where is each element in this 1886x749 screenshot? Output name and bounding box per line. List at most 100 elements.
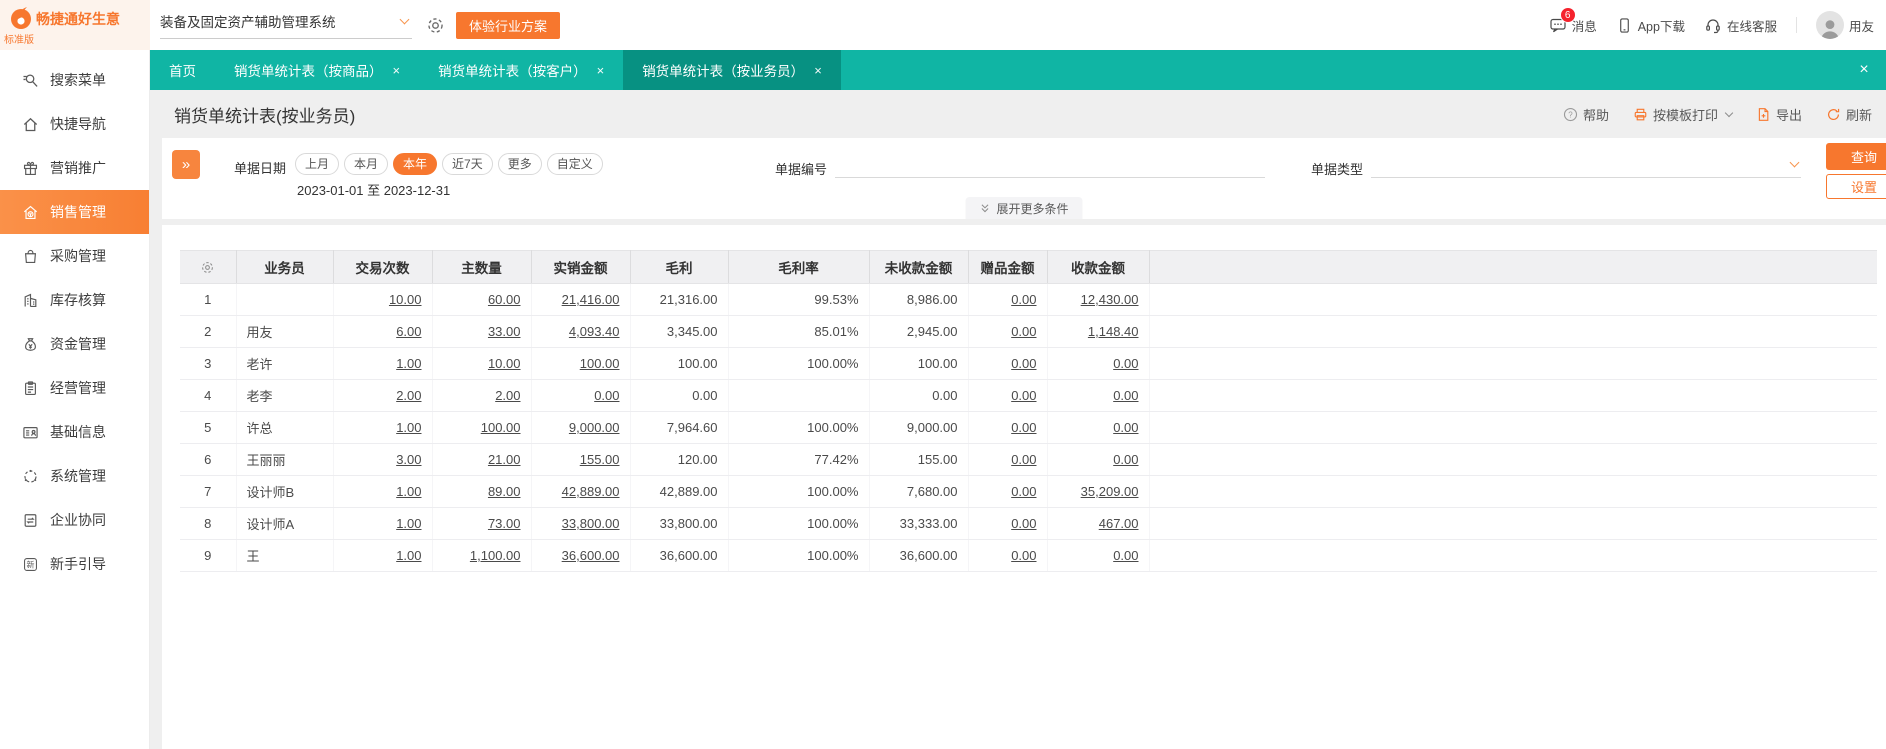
expand-more-conditions-button[interactable]: 展开更多条件 xyxy=(965,197,1083,219)
tab[interactable]: 销货单统计表（按业务员） × xyxy=(623,50,841,90)
gear-icon[interactable] xyxy=(426,16,445,35)
date-pill[interactable]: 更多 xyxy=(497,153,542,175)
tab-close-icon[interactable]: × xyxy=(393,63,401,78)
gift-amount-cell[interactable]: 0.00 xyxy=(968,379,1048,412)
col-header-gross-profit[interactable]: 毛利 xyxy=(630,250,729,284)
sales-amount-cell[interactable]: 42,889.00 xyxy=(531,475,631,508)
sales-amount-cell[interactable]: 33,800.00 xyxy=(531,507,631,540)
date-pill[interactable]: 本月 xyxy=(344,153,389,175)
tab[interactable]: 销货单统计表（按客户） × xyxy=(419,50,623,90)
refresh-button[interactable]: 刷新 xyxy=(1826,105,1872,124)
sales-amount-cell[interactable]: 9,000.00 xyxy=(531,411,631,444)
received-cell[interactable]: 12,430.00 xyxy=(1047,283,1150,316)
settings-button[interactable]: 设置 xyxy=(1826,174,1886,199)
qty-cell[interactable]: 1,100.00 xyxy=(432,539,532,572)
qty-cell[interactable]: 73.00 xyxy=(432,507,532,540)
sidebar-item-beginner-guide[interactable]: 新 新手引导 xyxy=(0,542,149,586)
received-cell[interactable]: 0.00 xyxy=(1047,379,1150,412)
qty-cell[interactable]: 33.00 xyxy=(432,315,532,348)
received-cell[interactable]: 35,209.00 xyxy=(1047,475,1150,508)
sidebar-item-purchase[interactable]: 采购管理 xyxy=(0,234,149,278)
column-settings-cell[interactable] xyxy=(180,250,237,284)
tab-close-icon[interactable]: × xyxy=(814,63,822,78)
qty-cell[interactable]: 60.00 xyxy=(432,283,532,316)
date-pill[interactable]: 近7天 xyxy=(442,153,493,175)
app-download-button[interactable]: App下载 xyxy=(1616,0,1685,50)
received-cell[interactable]: 467.00 xyxy=(1047,507,1150,540)
print-by-template-button[interactable]: 按模板打印 xyxy=(1633,105,1734,124)
qty-cell[interactable]: 21.00 xyxy=(432,443,532,476)
qty-cell[interactable]: 100.00 xyxy=(432,411,532,444)
doc-type-select[interactable] xyxy=(1371,157,1802,178)
sales-amount-cell[interactable]: 36,600.00 xyxy=(531,539,631,572)
sales-amount-cell[interactable]: 0.00 xyxy=(531,379,631,412)
received-cell[interactable]: 0.00 xyxy=(1047,411,1150,444)
col-header-received[interactable]: 收款金额 xyxy=(1047,250,1150,284)
sidebar-item-search-menu[interactable]: 搜索菜单 xyxy=(0,58,149,102)
received-cell[interactable]: 0.00 xyxy=(1047,347,1150,380)
trades-cell[interactable]: 1.00 xyxy=(333,347,433,380)
sales-amount-cell[interactable]: 100.00 xyxy=(531,347,631,380)
sales-amount-cell[interactable]: 155.00 xyxy=(531,443,631,476)
collapse-filter-button[interactable]: » xyxy=(172,150,200,179)
date-pill[interactable]: 本年 xyxy=(393,153,438,175)
date-range-value[interactable]: 2023-01-01 至 2023-12-31 xyxy=(297,180,450,199)
qty-cell[interactable]: 2.00 xyxy=(432,379,532,412)
user-menu[interactable]: 用友 xyxy=(1815,0,1874,50)
doc-no-input[interactable] xyxy=(835,157,1266,178)
tab-close-icon[interactable]: × xyxy=(597,63,605,78)
online-service-button[interactable]: 在线客服 xyxy=(1704,0,1777,50)
tab[interactable]: 销货单统计表（按商品） × xyxy=(215,50,419,90)
help-button[interactable]: ? 帮助 xyxy=(1563,105,1609,124)
col-header-sales-amount[interactable]: 实销金额 xyxy=(531,250,631,284)
trades-cell[interactable]: 1.00 xyxy=(333,539,433,572)
sidebar-item-inventory[interactable]: 库存核算 xyxy=(0,278,149,322)
date-pill[interactable]: 上月 xyxy=(295,153,340,175)
col-header-trades[interactable]: 交易次数 xyxy=(333,250,433,284)
gift-amount-cell[interactable]: 0.00 xyxy=(968,539,1048,572)
sidebar-item-operations[interactable]: 经营管理 xyxy=(0,366,149,410)
qty-cell[interactable]: 89.00 xyxy=(432,475,532,508)
gift-amount-cell[interactable]: 0.00 xyxy=(968,315,1048,348)
col-header-unreceived[interactable]: 未收款金额 xyxy=(869,250,969,284)
trades-cell[interactable]: 1.00 xyxy=(333,475,433,508)
trades-cell[interactable]: 6.00 xyxy=(333,315,433,348)
gift-amount-cell[interactable]: 0.00 xyxy=(968,411,1048,444)
sidebar-item-basic-info[interactable]: 基础信息 xyxy=(0,410,149,454)
sidebar-item-funds[interactable]: 资金管理 xyxy=(0,322,149,366)
trades-cell[interactable]: 10.00 xyxy=(333,283,433,316)
qty-cell[interactable]: 10.00 xyxy=(432,347,532,380)
trades-cell[interactable]: 3.00 xyxy=(333,443,433,476)
unreceived-cell: 9,000.00 xyxy=(869,411,969,444)
gift-amount-cell[interactable]: 0.00 xyxy=(968,347,1048,380)
gift-amount-cell[interactable]: 0.00 xyxy=(968,283,1048,316)
sidebar-item-sales[interactable]: 销售管理 xyxy=(0,190,149,234)
export-button[interactable]: 导出 xyxy=(1756,105,1802,124)
gift-amount-cell[interactable]: 0.00 xyxy=(968,443,1048,476)
received-cell[interactable]: 0.00 xyxy=(1047,539,1150,572)
sidebar-item-quick-nav[interactable]: 快捷导航 xyxy=(0,102,149,146)
trial-industry-button[interactable]: 体验行业方案 xyxy=(456,12,561,39)
system-selector-dropdown[interactable]: 装备及固定资产辅助管理系统 xyxy=(160,11,412,39)
sales-amount-cell[interactable]: 21,416.00 xyxy=(531,283,631,316)
col-header-qty[interactable]: 主数量 xyxy=(432,250,532,284)
sales-amount-cell[interactable]: 4,093.40 xyxy=(531,315,631,348)
messages-button[interactable]: 消息 6 xyxy=(1549,0,1597,50)
sidebar-item-system[interactable]: 系统管理 xyxy=(0,454,149,498)
col-header-gross-margin[interactable]: 毛利率 xyxy=(728,250,870,284)
trades-cell[interactable]: 1.00 xyxy=(333,411,433,444)
gift-amount-cell[interactable]: 0.00 xyxy=(968,507,1048,540)
sidebar-item-marketing[interactable]: 营销推广 xyxy=(0,146,149,190)
col-header-clerk[interactable]: 业务员 xyxy=(236,250,334,284)
sidebar-item-collaboration[interactable]: 企业协同 xyxy=(0,498,149,542)
received-cell[interactable]: 1,148.40 xyxy=(1047,315,1150,348)
query-button[interactable]: 查询 xyxy=(1826,143,1886,170)
col-header-gift-amount[interactable]: 赠品金额 xyxy=(968,250,1048,284)
close-all-tabs-icon[interactable]: × xyxy=(1842,50,1886,90)
trades-cell[interactable]: 1.00 xyxy=(333,507,433,540)
trades-cell[interactable]: 2.00 xyxy=(333,379,433,412)
received-cell[interactable]: 0.00 xyxy=(1047,443,1150,476)
date-pill[interactable]: 自定义 xyxy=(546,153,603,175)
gift-amount-cell[interactable]: 0.00 xyxy=(968,475,1048,508)
tab[interactable]: 首页 xyxy=(150,50,215,90)
